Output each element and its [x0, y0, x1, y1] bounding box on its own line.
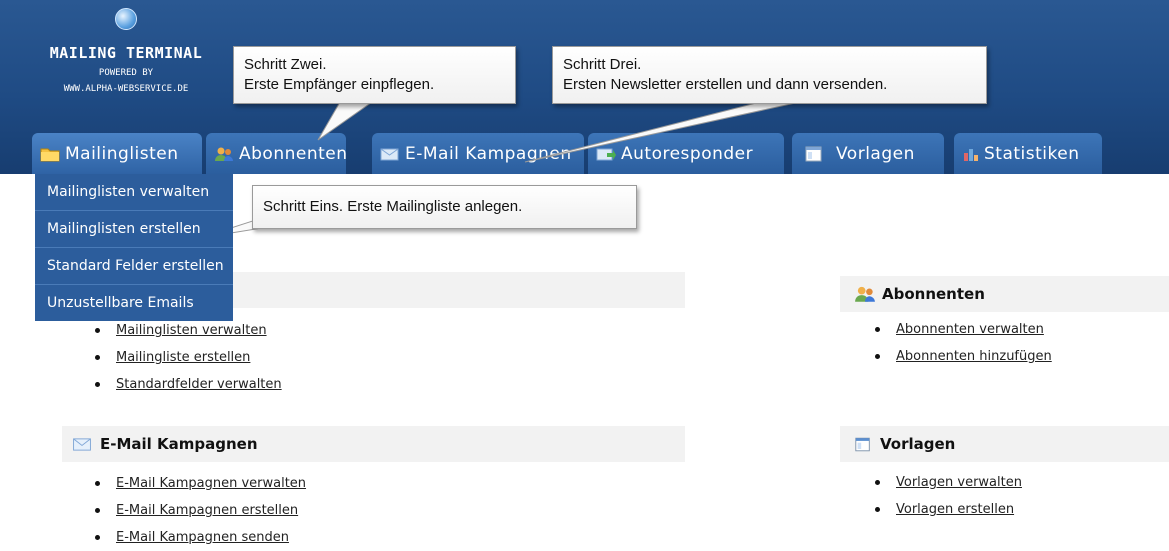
callout-text: Schritt Zwei. — [244, 56, 327, 73]
callout-step-one: Schritt Eins. Erste Mailingliste anlegen… — [252, 185, 637, 229]
link-kampagnen-erstellen[interactable]: E-Mail Kampagnen erstellen — [116, 503, 298, 518]
list-item: Vorlagen erstellen — [873, 496, 1022, 523]
vorlagen-links: Vorlagen verwalten Vorlagen erstellen — [873, 469, 1022, 523]
section-title: Abonnenten — [882, 285, 985, 303]
list-item: E-Mail Kampagnen verwalten — [93, 470, 306, 497]
list-item: Vorlagen verwalten — [873, 469, 1022, 496]
callout-step-two: Schritt Zwei. Erste Empfänger einpflegen… — [233, 46, 516, 104]
link-vorlagen-verwalten[interactable]: Vorlagen verwalten — [896, 475, 1022, 490]
link-kampagnen-senden[interactable]: E-Mail Kampagnen senden — [116, 530, 289, 545]
section-bar-abonnenten: Abonnenten — [840, 276, 1169, 312]
menu-item-unzustellbare-emails[interactable]: Unzustellbare Emails — [35, 285, 233, 321]
menu-item-mailinglisten-verwalten[interactable]: Mailinglisten verwalten — [35, 174, 233, 211]
menu-item-mailinglisten-erstellen[interactable]: Mailinglisten erstellen — [35, 211, 233, 248]
list-item: Abonnenten hinzufügen — [873, 343, 1052, 370]
link-kampagnen-verwalten[interactable]: E-Mail Kampagnen verwalten — [116, 476, 306, 491]
section-title: E-Mail Kampagnen — [100, 435, 258, 453]
envelope-icon — [72, 437, 92, 452]
list-item: Mailingliste erstellen — [93, 344, 282, 371]
list-item: Standardfelder verwalten — [93, 371, 282, 398]
list-item: Abonnenten verwalten — [873, 316, 1052, 343]
template-icon — [854, 436, 872, 453]
abonnenten-links: Abonnenten verwalten Abonnenten hinzufüg… — [873, 316, 1052, 370]
list-item: E-Mail Kampagnen erstellen — [93, 497, 306, 524]
section-bar-vorlagen: Vorlagen — [840, 426, 1169, 462]
list-item: Mailinglisten verwalten — [93, 317, 282, 344]
users-icon — [854, 285, 876, 303]
menu-item-standard-felder-erstellen[interactable]: Standard Felder erstellen — [35, 248, 233, 285]
callout-step-three: Schritt Drei. Ersten Newsletter erstelle… — [552, 46, 987, 104]
callout-text: Schritt Drei. — [563, 56, 642, 73]
section-bar-kampagnen: E-Mail Kampagnen — [62, 426, 685, 462]
mailinglisten-links: Mailinglisten verwalten Mailingliste ers… — [93, 317, 282, 398]
callout-text: Erste Empfänger einpflegen. — [244, 76, 435, 93]
link-abonnenten-verwalten[interactable]: Abonnenten verwalten — [896, 322, 1044, 337]
link-vorlagen-erstellen[interactable]: Vorlagen erstellen — [896, 502, 1014, 517]
link-mailingliste-erstellen[interactable]: Mailingliste erstellen — [116, 350, 250, 365]
link-mailinglisten-verwalten[interactable]: Mailinglisten verwalten — [116, 323, 267, 338]
section-title: Vorlagen — [880, 435, 956, 453]
link-standardfelder-verwalten[interactable]: Standardfelder verwalten — [116, 377, 282, 392]
callout-text: Ersten Newsletter erstellen und dann ver… — [563, 76, 888, 93]
kampagnen-links: E-Mail Kampagnen verwalten E-Mail Kampag… — [93, 470, 306, 551]
link-abonnenten-hinzufuegen[interactable]: Abonnenten hinzufügen — [896, 349, 1052, 364]
callout-text: Schritt Eins. Erste Mailingliste anlegen… — [263, 198, 523, 215]
mailinglisten-dropdown: Mailinglisten verwalten Mailinglisten er… — [35, 174, 233, 321]
list-item: E-Mail Kampagnen senden — [93, 524, 306, 551]
